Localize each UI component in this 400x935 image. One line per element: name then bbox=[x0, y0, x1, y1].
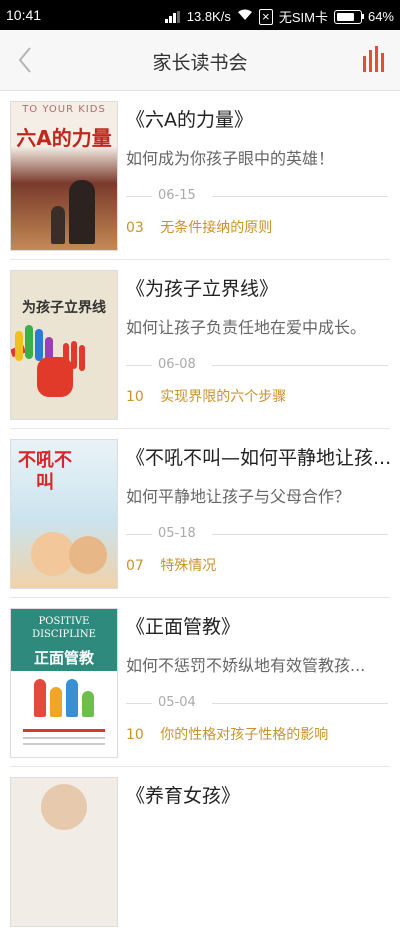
book-subtitle: 如何平静地让孩子与父母合作？ bbox=[126, 487, 351, 506]
chapter-title: 特殊情况 bbox=[160, 558, 217, 574]
chapter-number: 10 bbox=[126, 389, 144, 405]
list-item[interactable]: POSITIVE DISCIPLINE 正面管教 《正面管教》 如何不惩罚不娇纵… bbox=[10, 598, 390, 767]
bar-chart-icon bbox=[363, 46, 384, 72]
network-speed: 13.8K/s bbox=[186, 9, 231, 24]
status-bar: 10:41 13.8K/s × 无SIM卡 64% bbox=[0, 0, 400, 30]
chapter-number: 03 bbox=[126, 220, 144, 236]
date-row: 05-04 bbox=[126, 695, 388, 711]
chapter-info: 03 无条件接纳的原则 bbox=[126, 217, 272, 237]
chapter-info: 10 实现界限的六个步骤 bbox=[126, 386, 286, 406]
chapter-info: 10 你的性格对孩子性格的影响 bbox=[126, 724, 328, 744]
sim-status: 无SIM卡 bbox=[278, 10, 328, 25]
book-date: 06-08 bbox=[158, 357, 196, 372]
book-cover: POSITIVE DISCIPLINE 正面管教 bbox=[10, 608, 118, 758]
book-title: 《不吼不叫—如何平静地让孩... bbox=[126, 447, 392, 469]
wifi-icon bbox=[237, 9, 253, 24]
status-time: 10:41 bbox=[6, 7, 42, 23]
book-title: 《养育女孩》 bbox=[126, 785, 241, 807]
stats-button[interactable] bbox=[362, 46, 386, 72]
book-title: 《六A的力量》 bbox=[126, 109, 253, 131]
cover-face bbox=[41, 784, 87, 830]
cover-figure-child bbox=[51, 206, 65, 244]
list-item[interactable]: 《养育女孩》 bbox=[10, 767, 390, 935]
page-title: 家长读书会 bbox=[152, 52, 248, 74]
cover-figure bbox=[69, 180, 95, 244]
book-subtitle: 如何不惩罚不娇纵地有效管教孩... bbox=[126, 656, 366, 675]
list-item[interactable]: 不吼不叫 《不吼不叫—如何平静地让孩... 如何平静地让孩子与父母合作？ 05-… bbox=[10, 429, 391, 598]
signal-icon bbox=[164, 10, 181, 23]
hand-illustration bbox=[11, 325, 85, 397]
date-row: 06-08 bbox=[126, 357, 388, 373]
cover-top-text: TO YOUR KIDS bbox=[22, 104, 106, 115]
cover-title: 正面管教 bbox=[33, 649, 94, 667]
cover-figures bbox=[17, 679, 111, 719]
date-row: 06-15 bbox=[126, 188, 388, 204]
book-cover: TO YOUR KIDS 六A的力量 bbox=[10, 101, 118, 251]
book-subtitle: 如何让孩子负责任地在爱中成长。 bbox=[126, 318, 367, 337]
app-header: 家长读书会 bbox=[0, 30, 400, 91]
battery-icon bbox=[333, 9, 364, 24]
book-list: TO YOUR KIDS 六A的力量 《六A的力量》 如何成为你孩子眼中的英雄！… bbox=[0, 91, 400, 935]
date-row: 05-18 bbox=[126, 526, 388, 542]
book-date: 05-18 bbox=[158, 526, 196, 541]
book-subtitle: 如何成为你孩子眼中的英雄！ bbox=[126, 149, 335, 168]
list-item[interactable]: 为孩子立界线 《为孩子立界线》 如何让孩子负责任地在爱中成长。 06-08 10… bbox=[10, 260, 390, 429]
book-date: 06-15 bbox=[158, 188, 196, 203]
list-item[interactable]: TO YOUR KIDS 六A的力量 《六A的力量》 如何成为你孩子眼中的英雄！… bbox=[10, 91, 390, 260]
book-cover: 不吼不叫 bbox=[10, 439, 118, 589]
book-title: 《为孩子立界线》 bbox=[126, 278, 279, 300]
cover-top-text: POSITIVE DISCIPLINE bbox=[32, 616, 96, 640]
chapter-number: 07 bbox=[126, 558, 144, 574]
book-date: 05-04 bbox=[158, 695, 196, 710]
cover-title: 为孩子立界线 bbox=[22, 300, 106, 316]
cover-face-2 bbox=[69, 536, 107, 574]
cover-title: 不吼不叫 bbox=[18, 450, 72, 493]
book-title: 《正面管教》 bbox=[126, 616, 241, 638]
book-cover: 为孩子立界线 bbox=[10, 270, 118, 420]
battery-level: 64% bbox=[367, 9, 394, 24]
chapter-title: 你的性格对孩子性格的影响 bbox=[160, 727, 329, 743]
chapter-info: 07 特殊情况 bbox=[126, 555, 216, 575]
chapter-number: 10 bbox=[126, 727, 144, 743]
cover-title: 六A的力量 bbox=[16, 126, 112, 150]
chapter-title: 无条件接纳的原则 bbox=[160, 220, 273, 236]
status-icons: 13.8K/s × 无SIM卡 64% bbox=[164, 7, 394, 26]
chapter-title: 实现界限的六个步骤 bbox=[160, 389, 287, 405]
sim-icon: × bbox=[258, 8, 273, 25]
